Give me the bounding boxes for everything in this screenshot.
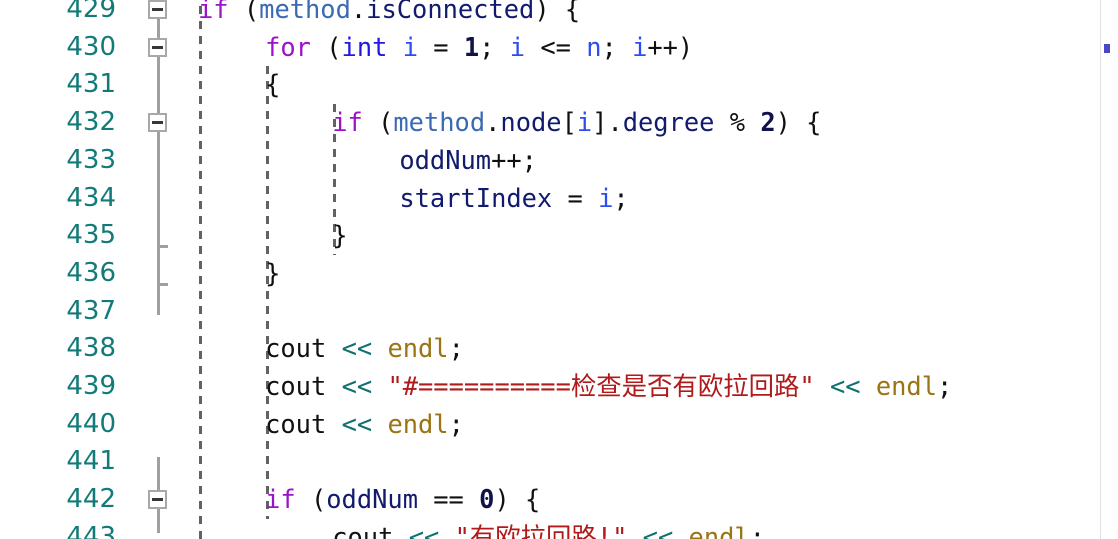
- code-token-punct: ;: [601, 31, 633, 62]
- code-token-punct: [393, 522, 408, 539]
- code-token-punct: (: [295, 484, 327, 515]
- code-token-num: 1: [463, 31, 480, 62]
- code-token-mem: oddNum: [399, 144, 492, 175]
- code-token-mem: node: [500, 107, 562, 138]
- code-token-punct: ;: [479, 31, 510, 62]
- code-token-var: i: [402, 31, 418, 62]
- code-token-var: n: [586, 31, 602, 62]
- code-token-punct: {: [265, 69, 281, 100]
- code-token-op: <<: [408, 521, 440, 539]
- code-token-punct: <=: [525, 31, 587, 62]
- code-token-mem: oddNum: [326, 484, 418, 515]
- code-token-punct: [372, 333, 387, 363]
- code-token-str: "有欧拉回路!": [454, 521, 628, 539]
- code-token-punct: [372, 371, 387, 401]
- code-token-kw: for: [265, 31, 311, 62]
- code-editor-viewport[interactable]: 429 430 431 432 433 434 435 436 437 438 439 440 441 4…: [0, 0, 1118, 539]
- code-token-var: i: [632, 31, 648, 62]
- code-token-std: cout: [265, 333, 327, 364]
- code-token-punct: %: [714, 107, 761, 138]
- code-token-punct: [861, 371, 876, 401]
- code-token-punct: (: [310, 31, 342, 62]
- code-token-kw: if: [198, 0, 229, 24]
- code-token-mem: isConnected: [366, 0, 535, 24]
- code-token-op: <<: [829, 371, 861, 401]
- code-content-area[interactable]: if (method.isConnected) {for (int i = 1;…: [0, 0, 1118, 539]
- code-token-punct: (: [228, 0, 260, 24]
- code-token-endl: endl: [875, 371, 938, 401]
- code-token-punct: ==: [417, 484, 480, 515]
- code-line[interactable]: }: [332, 217, 347, 255]
- code-token-kw: if: [332, 107, 363, 138]
- code-token-punct: [372, 409, 387, 439]
- code-token-op: <<: [341, 371, 373, 401]
- code-token-punct: [439, 522, 454, 539]
- code-token-punct: [: [561, 107, 577, 138]
- code-token-punct: [326, 371, 341, 401]
- code-line[interactable]: cout << "#==========检查是否有欧拉回路" << endl;: [265, 368, 952, 406]
- code-token-punct: ++;: [491, 144, 537, 175]
- code-token-punct: [387, 32, 402, 62]
- vertical-scrollbar[interactable]: [1100, 0, 1118, 539]
- code-token-obj: method: [259, 0, 351, 24]
- code-token-punct: .: [485, 107, 501, 138]
- code-token-punct: [627, 522, 642, 539]
- code-token-punct: =: [418, 31, 464, 62]
- code-token-punct: [673, 522, 688, 539]
- code-line[interactable]: if (oddNum == 0) {: [265, 481, 540, 519]
- code-line[interactable]: if (method.isConnected) {: [198, 0, 580, 29]
- code-token-endl: endl: [688, 521, 750, 539]
- code-token-var: i: [598, 182, 614, 213]
- code-line[interactable]: if (method.node[i].degree % 2) {: [332, 104, 821, 142]
- code-token-punct: ) {: [534, 0, 581, 24]
- code-token-var: i: [509, 31, 526, 62]
- code-token-std: cout: [265, 371, 327, 401]
- code-token-punct: }: [332, 220, 348, 251]
- code-line[interactable]: for (int i = 1; i <= n; i++): [265, 29, 693, 67]
- code-token-punct: ;: [448, 333, 464, 364]
- code-token-std: cout: [332, 521, 394, 539]
- code-token-punct: ;: [749, 521, 765, 539]
- code-token-punct: [815, 371, 830, 401]
- code-token-str: "#==========检查是否有欧拉回路": [387, 371, 815, 401]
- code-token-op: <<: [341, 333, 373, 364]
- code-token-punct: ) {: [775, 107, 822, 138]
- code-token-var: i: [576, 107, 593, 138]
- code-token-punct: ;: [937, 371, 953, 401]
- code-token-punct: ;: [448, 408, 464, 439]
- indent-guide: [199, 0, 202, 539]
- code-token-num: 0: [479, 484, 495, 515]
- code-token-std: cout: [265, 408, 327, 439]
- code-token-punct: }: [265, 257, 281, 288]
- code-token-punct: [326, 333, 341, 363]
- code-token-punct: (: [362, 107, 394, 138]
- code-token-op: <<: [642, 521, 674, 539]
- code-token-punct: ++): [647, 31, 694, 62]
- code-token-kw: if: [265, 484, 296, 515]
- code-token-punct: ;: [613, 182, 629, 213]
- code-token-endl: endl: [387, 333, 449, 364]
- code-token-punct: [326, 409, 341, 439]
- code-token-punct: ].: [592, 107, 623, 138]
- code-line[interactable]: }: [265, 255, 280, 293]
- code-token-mem: startIndex: [399, 182, 553, 213]
- code-token-punct: .: [350, 0, 367, 24]
- code-token-mem: degree: [622, 107, 715, 138]
- code-line[interactable]: {: [265, 66, 280, 104]
- code-token-op: <<: [341, 408, 373, 439]
- code-token-obj: method: [393, 107, 486, 138]
- code-line[interactable]: cout << "有欧拉回路!" << endl;: [332, 519, 765, 539]
- code-line[interactable]: cout << endl;: [265, 330, 464, 368]
- code-token-type: int: [341, 31, 388, 62]
- code-token-endl: endl: [387, 408, 449, 439]
- code-line[interactable]: oddNum++;: [399, 142, 537, 180]
- code-line[interactable]: startIndex = i;: [399, 180, 628, 218]
- code-line[interactable]: cout << endl;: [265, 406, 464, 444]
- code-token-punct: ) {: [494, 484, 541, 515]
- scrollbar-change-marker: [1104, 44, 1110, 53]
- code-token-num: 2: [760, 107, 776, 138]
- code-token-punct: =: [552, 182, 599, 213]
